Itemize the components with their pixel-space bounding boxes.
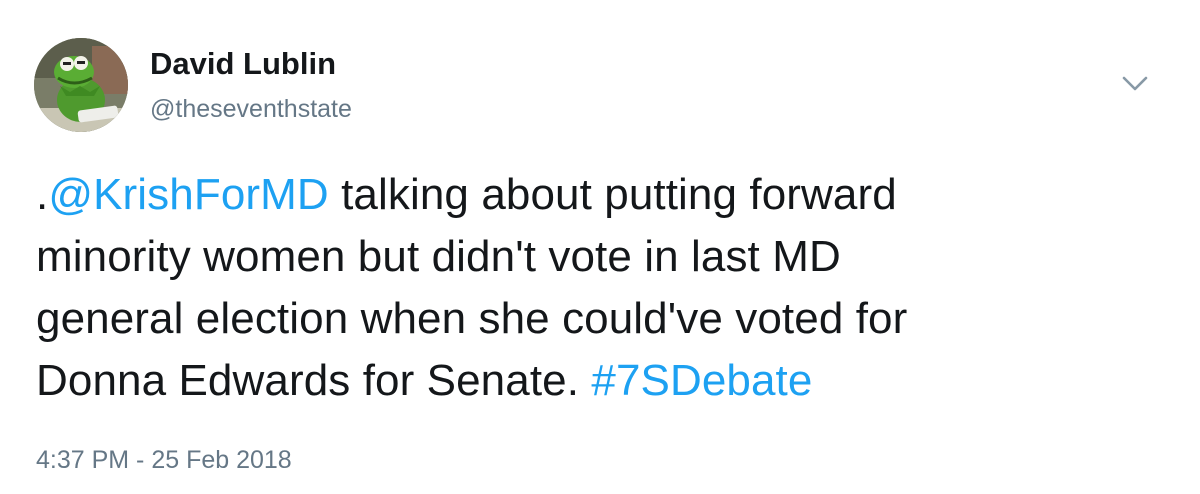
tweet-line-1: .@KrishForMD talking about putting forwa… — [36, 164, 1166, 226]
tweet-line-3: general election when she could've voted… — [36, 294, 908, 343]
kermit-frog-avatar-icon — [34, 38, 128, 132]
tweet-line-2: minority women but didn't vote in last M… — [36, 232, 841, 281]
chevron-down-icon — [1122, 76, 1148, 91]
author-name[interactable]: David Lublin — [150, 46, 336, 82]
author-handle[interactable]: @theseventhstate — [150, 95, 352, 124]
tweet-text: .@KrishForMD talking about putting forwa… — [36, 164, 1166, 412]
tweet-card: David Lublin @theseventhstate .@KrishFor… — [0, 0, 1200, 494]
tweet-timestamp[interactable]: 4:37 PM - 25 Feb 2018 — [36, 446, 292, 475]
tweet-line-4-text: Donna Edwards for Senate. — [36, 356, 592, 405]
author-avatar[interactable] — [34, 38, 128, 132]
tweet-menu-button[interactable] — [1118, 66, 1152, 100]
tweet-line-1-text: talking about putting forward — [328, 170, 897, 219]
mention-link[interactable]: @KrishForMD — [48, 170, 328, 219]
tweet-line-4: Donna Edwards for Senate. #7SDebate — [36, 350, 1166, 412]
hashtag-link[interactable]: #7SDebate — [591, 356, 812, 405]
tweet-prefix: . — [36, 170, 49, 219]
